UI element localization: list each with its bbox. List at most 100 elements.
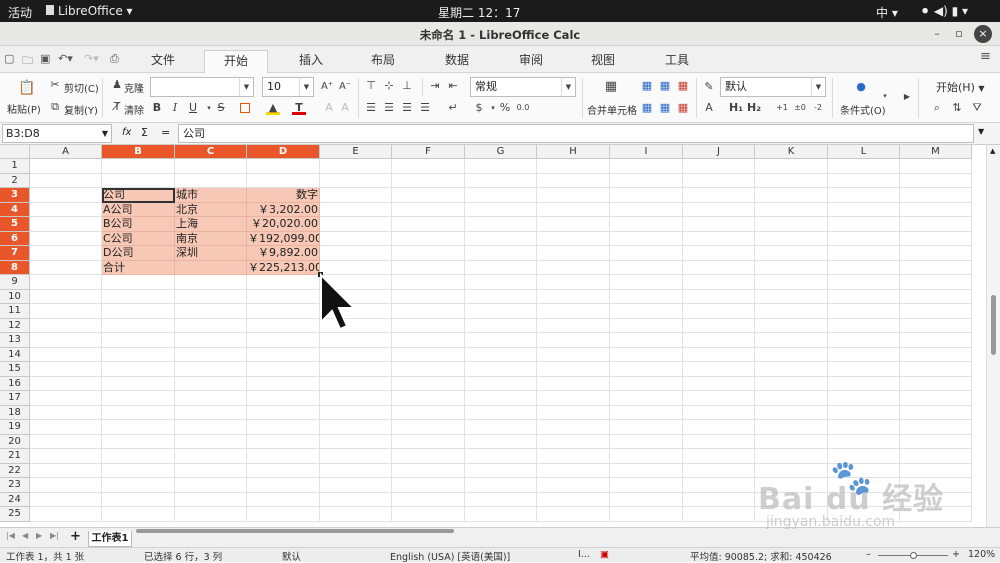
cell-style-combo[interactable]: 默认 ▼ — [720, 77, 826, 97]
cell-g3[interactable] — [465, 188, 537, 203]
cell-b5[interactable]: B公司 — [102, 217, 175, 232]
row-header[interactable]: 2 — [0, 173, 30, 188]
cell-a15[interactable] — [30, 362, 102, 377]
cell-h23[interactable] — [537, 478, 610, 493]
column-header-f[interactable]: F — [392, 145, 465, 159]
cell-e22[interactable] — [320, 463, 392, 478]
insert-mode[interactable]: I... — [578, 549, 590, 560]
clear-format-icon[interactable]: T̸ — [110, 100, 124, 114]
name-box[interactable]: B3:D8 ▼ — [2, 124, 112, 143]
cell-d1[interactable] — [247, 159, 320, 174]
cell-c10[interactable] — [175, 289, 247, 304]
cell-d17[interactable] — [247, 391, 320, 406]
cell-c15[interactable] — [175, 362, 247, 377]
cell-i4[interactable] — [610, 202, 683, 217]
find-icon[interactable]: ⌕ — [930, 101, 944, 115]
expand-formula-icon[interactable]: ▼ — [978, 127, 984, 136]
cell-g2[interactable] — [465, 173, 537, 188]
cell-c12[interactable] — [175, 318, 247, 333]
autofilter-icon[interactable]: ⛛ — [970, 101, 984, 115]
cell-e17[interactable] — [320, 391, 392, 406]
default-char-icon[interactable]: A — [702, 101, 716, 115]
insert-cells-icon[interactable]: ▦ — [640, 101, 654, 115]
sheet-tab-1[interactable]: 工作表1 — [88, 531, 132, 547]
cell-b13[interactable] — [102, 333, 175, 348]
cell-d15[interactable] — [247, 362, 320, 377]
cell-h10[interactable] — [537, 289, 610, 304]
delete-rows-icon[interactable]: ▦ — [676, 79, 690, 93]
document-modified-icon[interactable]: ▣ — [600, 549, 609, 560]
cell-f13[interactable] — [392, 333, 465, 348]
cell-f8[interactable] — [392, 260, 465, 275]
cell-h17[interactable] — [537, 391, 610, 406]
cell-l7[interactable] — [828, 246, 900, 261]
cell-l8[interactable] — [828, 260, 900, 275]
row-header[interactable]: 19 — [0, 420, 30, 435]
cell-a3[interactable] — [30, 188, 102, 203]
cell-g14[interactable] — [465, 347, 537, 362]
cell-m12[interactable] — [900, 318, 972, 333]
cell-m15[interactable] — [900, 362, 972, 377]
cell-f1[interactable] — [392, 159, 465, 174]
cell-d20[interactable] — [247, 434, 320, 449]
cell-a5[interactable] — [30, 217, 102, 232]
cell-k20[interactable] — [755, 434, 828, 449]
cell-j22[interactable] — [683, 463, 755, 478]
cell-e13[interactable] — [320, 333, 392, 348]
cell-a13[interactable] — [30, 333, 102, 348]
cell-d11[interactable] — [247, 304, 320, 319]
cell-h15[interactable] — [537, 362, 610, 377]
cell-f25[interactable] — [392, 507, 465, 522]
cell-a25[interactable] — [30, 507, 102, 522]
paste-icon[interactable]: 📋 — [18, 81, 35, 95]
cell-k9[interactable] — [755, 275, 828, 290]
cell-l18[interactable] — [828, 405, 900, 420]
cell-a16[interactable] — [30, 376, 102, 391]
app-menu[interactable]: LibreOffice ▾ — [46, 4, 133, 18]
insert-cols-icon[interactable]: ▦ — [658, 79, 672, 93]
zoom-in-icon[interactable]: + — [952, 549, 960, 560]
cell-d19[interactable] — [247, 420, 320, 435]
cell-h25[interactable] — [537, 507, 610, 522]
cell-h7[interactable] — [537, 246, 610, 261]
column-header-b[interactable]: B — [102, 145, 175, 159]
cell-h11[interactable] — [537, 304, 610, 319]
cell-j25[interactable] — [683, 507, 755, 522]
cell-k1[interactable] — [755, 159, 828, 174]
cell-i16[interactable] — [610, 376, 683, 391]
cell-b21[interactable] — [102, 449, 175, 464]
column-header-h[interactable]: H — [537, 145, 610, 159]
cell-l20[interactable] — [828, 434, 900, 449]
cell-i11[interactable] — [610, 304, 683, 319]
cell-h9[interactable] — [537, 275, 610, 290]
cell-g18[interactable] — [465, 405, 537, 420]
cell-c16[interactable] — [175, 376, 247, 391]
cell-h13[interactable] — [537, 333, 610, 348]
cell-i19[interactable] — [610, 420, 683, 435]
cell-k11[interactable] — [755, 304, 828, 319]
cell-b22[interactable] — [102, 463, 175, 478]
font-size-combo[interactable]: 10 ▼ — [262, 77, 314, 97]
row-header[interactable]: 14 — [0, 347, 30, 362]
cell-j9[interactable] — [683, 275, 755, 290]
row-header[interactable]: 6 — [0, 231, 30, 246]
tab-data[interactable]: 数据 — [434, 50, 480, 73]
cell-i5[interactable] — [610, 217, 683, 232]
cell-g16[interactable] — [465, 376, 537, 391]
prev-sheet-icon[interactable]: ◀ — [22, 531, 28, 540]
heading1-icon[interactable]: H₁ — [728, 101, 744, 115]
cell-a22[interactable] — [30, 463, 102, 478]
number-format-decimal-button[interactable]: 0.0 — [514, 101, 532, 115]
cell-a11[interactable] — [30, 304, 102, 319]
wrap-text-icon[interactable]: ↵ — [446, 101, 460, 115]
cell-d14[interactable] — [247, 347, 320, 362]
cell-g7[interactable] — [465, 246, 537, 261]
cell-m1[interactable] — [900, 159, 972, 174]
hamburger-menu-icon[interactable]: ≡ — [980, 49, 991, 64]
cell-k12[interactable] — [755, 318, 828, 333]
scroll-up-icon[interactable]: ▲ — [990, 147, 995, 155]
row-header[interactable]: 24 — [0, 492, 30, 507]
cell-b3[interactable]: 公司 — [102, 188, 175, 203]
highlight-color-icon[interactable]: ▲ — [266, 101, 280, 115]
scrollbar-thumb[interactable] — [991, 295, 996, 355]
